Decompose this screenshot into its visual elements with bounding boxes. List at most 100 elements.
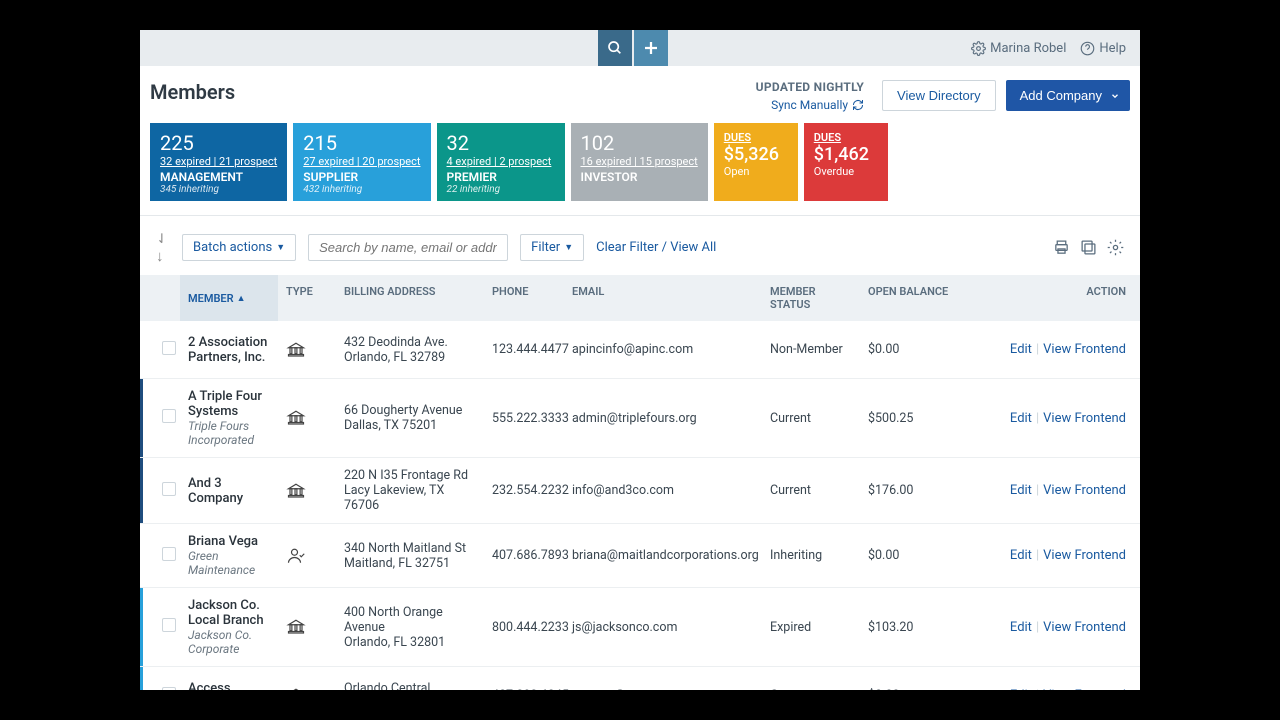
member-cell[interactable]: Briana VegaGreen Maintenance <box>180 524 278 587</box>
dues-status: Open <box>724 165 788 178</box>
edit-link[interactable]: Edit <box>1010 548 1032 563</box>
table-row: Access Control, Inc. Orlando CentralOrlan… <box>140 667 1140 690</box>
updated-label: UPDATED NIGHTLY <box>756 80 864 94</box>
dues-card[interactable]: DUES$5,326Open <box>714 123 798 201</box>
table-header: MEMBER ▲ TYPE BILLING ADDRESS PHONE EMAI… <box>140 275 1140 321</box>
bank-icon <box>286 341 328 359</box>
type-cell <box>278 399 336 437</box>
search-icon <box>607 40 623 56</box>
sort-toggle[interactable]: ↓ <box>156 230 170 265</box>
search-input[interactable] <box>308 234 508 261</box>
member-type-card[interactable]: 22532 expired | 21 prospect MANAGEMENT345… <box>150 123 287 201</box>
page-title: Members <box>150 80 235 104</box>
card-count: 225 <box>160 131 277 155</box>
table-row: Jackson Co. Local BranchJackson Co. Corp… <box>140 588 1140 667</box>
topbar: Marina Robel Help <box>140 30 1140 66</box>
type-cell <box>278 472 336 510</box>
status-cell: Inheriting <box>762 538 860 573</box>
view-frontend-link[interactable]: View Frontend <box>1043 411 1126 426</box>
email-cell: admin@triplefours.org <box>564 401 762 436</box>
balance-cell: $103.20 <box>860 610 980 645</box>
dues-amount: $5,326 <box>724 144 788 165</box>
edit-link[interactable]: Edit <box>1010 688 1032 690</box>
row-checkbox[interactable] <box>162 687 176 691</box>
card-detail: 32 expired | 21 prospect <box>160 155 277 168</box>
member-cell[interactable]: Jackson Co. Local BranchJackson Co. Corp… <box>180 588 278 666</box>
bank-icon <box>286 618 328 636</box>
global-search-button[interactable] <box>598 30 632 66</box>
settings-button[interactable] <box>1107 239 1124 256</box>
members-table: MEMBER ▲ TYPE BILLING ADDRESS PHONE EMAI… <box>140 275 1140 690</box>
action-cell: Edit|View Frontend <box>980 473 1140 508</box>
sync-manually-link[interactable]: Sync Manually <box>771 98 864 112</box>
refresh-icon <box>852 99 864 111</box>
card-inherit: 345 inheriting <box>160 184 277 195</box>
user-menu[interactable]: Marina Robel <box>971 41 1066 56</box>
member-type-card[interactable]: 324 expired | 2 prospectPREMIER22 inheri… <box>437 123 565 201</box>
card-type: MANAGEMENT <box>160 170 277 184</box>
print-button[interactable] <box>1053 239 1070 256</box>
col-email[interactable]: EMAIL <box>564 275 762 321</box>
address-cell: Orlando CentralOrlando, FL 32809 <box>336 671 484 691</box>
col-phone[interactable]: PHONE <box>484 275 564 321</box>
col-open-balance[interactable]: OPEN BALANCE <box>860 275 980 321</box>
row-checkbox[interactable] <box>162 482 176 496</box>
balance-cell: $0.00 <box>860 678 980 690</box>
export-icon <box>1080 239 1097 256</box>
col-member-status[interactable]: MEMBER STATUS <box>762 275 860 321</box>
type-cell <box>278 537 336 575</box>
phone-cell: 407.686.7893 <box>484 538 564 573</box>
member-cell[interactable]: A Triple Four SystemsTriple Fours Incorp… <box>180 379 278 457</box>
batch-actions-dropdown[interactable]: Batch actions ▼ <box>182 234 296 261</box>
export-button[interactable] <box>1080 239 1097 256</box>
member-cell[interactable]: And 3 Company <box>180 466 278 516</box>
view-frontend-link[interactable]: View Frontend <box>1043 688 1126 690</box>
view-frontend-link[interactable]: View Frontend <box>1043 483 1126 498</box>
dues-label: DUES <box>814 131 878 144</box>
dues-label: DUES <box>724 131 788 144</box>
member-type-card[interactable]: 21527 expired | 20 prospectSUPPLIER432 i… <box>293 123 430 201</box>
view-frontend-link[interactable]: View Frontend <box>1043 620 1126 635</box>
address-cell: 220 N I35 Frontage RdLacy Lakeview, TX 7… <box>336 458 484 523</box>
member-cell[interactable]: Access Control, Inc. <box>180 671 278 691</box>
dues-card[interactable]: DUES$1,462Overdue <box>804 123 888 201</box>
view-directory-button[interactable]: View Directory <box>882 80 996 111</box>
row-checkbox[interactable] <box>162 409 176 423</box>
balance-cell: $176.00 <box>860 473 980 508</box>
member-type-card[interactable]: 10216 expired | 15 prospectINVESTOR <box>571 123 708 201</box>
email-cell: briana@maitlandcorporations.org <box>564 538 762 573</box>
col-type[interactable]: TYPE <box>278 275 336 321</box>
email-cell: info@and3co.com <box>564 473 762 508</box>
member-cell[interactable]: 2 Association Partners, Inc. <box>180 325 278 375</box>
col-member[interactable]: MEMBER ▲ <box>180 275 278 321</box>
row-stripe <box>140 667 143 690</box>
global-add-button[interactable] <box>634 30 668 66</box>
edit-link[interactable]: Edit <box>1010 483 1032 498</box>
add-company-button[interactable]: Add Company <box>1006 80 1130 111</box>
clear-filter-link[interactable]: Clear Filter / View All <box>596 240 716 255</box>
dues-status: Overdue <box>814 165 878 178</box>
view-frontend-link[interactable]: View Frontend <box>1043 548 1126 563</box>
print-icon <box>1053 239 1070 256</box>
phone-cell: 123.444.4477 <box>484 332 564 367</box>
edit-link[interactable]: Edit <box>1010 620 1032 635</box>
edit-link[interactable]: Edit <box>1010 411 1032 426</box>
row-checkbox[interactable] <box>162 547 176 561</box>
help-link[interactable]: Help <box>1080 41 1126 56</box>
status-cell: Non-Member <box>762 332 860 367</box>
action-cell: Edit|View Frontend <box>980 332 1140 367</box>
gear-icon <box>971 41 986 56</box>
row-checkbox[interactable] <box>162 618 176 632</box>
edit-link[interactable]: Edit <box>1010 342 1032 357</box>
row-checkbox[interactable] <box>162 341 176 355</box>
view-frontend-link[interactable]: View Frontend <box>1043 342 1126 357</box>
type-cell <box>278 331 336 369</box>
col-billing-address[interactable]: BILLING ADDRESS <box>336 275 484 321</box>
email-cell: contact@access.com <box>564 678 762 690</box>
status-cell: Current <box>762 678 860 690</box>
address-cell: 66 Dougherty AvenueDallas, TX 75201 <box>336 393 484 443</box>
card-detail: 27 expired | 20 prospect <box>303 155 420 168</box>
table-row: A Triple Four SystemsTriple Fours Incorp… <box>140 379 1140 458</box>
card-type: SUPPLIER <box>303 170 420 184</box>
filter-dropdown[interactable]: Filter ▼ <box>520 234 584 261</box>
